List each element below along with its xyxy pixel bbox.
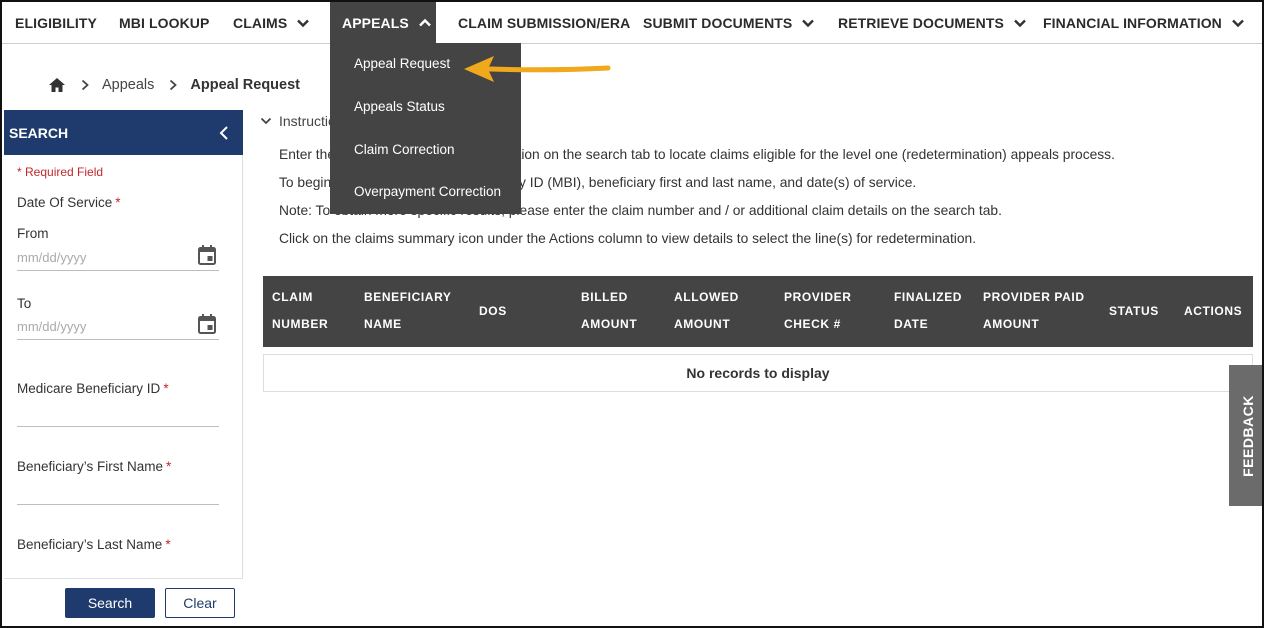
column-beneficiary-name[interactable]: BENEFICIARY NAME: [364, 284, 459, 338]
label-text: Date Of Service: [17, 195, 113, 210]
menu-item-overpayment-correction[interactable]: Overpayment Correction: [354, 184, 501, 199]
feedback-label: FEEDBACK: [1239, 394, 1256, 477]
breadcrumb-appeals[interactable]: Appeals: [102, 77, 154, 93]
app-window: ELIGIBILITY MBI LOOKUP CLAIMS APPEALS CL…: [0, 0, 1264, 628]
nav-claims[interactable]: CLAIMS: [233, 2, 310, 44]
search-button[interactable]: Search: [65, 588, 155, 618]
nav-eligibility[interactable]: ELIGIBILITY: [15, 2, 97, 44]
from-placeholder: mm/dd/yyyy: [17, 250, 87, 265]
label-text: Beneficiary’s Last Name: [17, 537, 163, 552]
chevron-down-icon: [1232, 19, 1244, 28]
nav-financial-information[interactable]: FINANCIAL INFORMATION: [1043, 2, 1245, 44]
required-marker: *: [165, 537, 171, 552]
required-marker: *: [166, 459, 172, 474]
first-name-label: Beneficiary’s First Name *: [17, 459, 171, 474]
first-name-input[interactable]: [17, 488, 219, 505]
nav-appeals[interactable]: APPEALS: [330, 2, 436, 44]
breadcrumb: Appeals Appeal Request: [48, 74, 300, 96]
column-dos[interactable]: DOS: [479, 298, 507, 325]
column-finalized-date[interactable]: FINALIZED DATE: [894, 284, 969, 338]
required-marker: *: [163, 381, 169, 396]
mbi-label: Medicare Beneficiary ID *: [17, 381, 169, 396]
chevron-down-icon: [297, 19, 310, 28]
from-date-input[interactable]: mm/dd/yyyy: [17, 245, 219, 271]
column-provider-check[interactable]: PROVIDER CHECK #: [784, 284, 859, 338]
feedback-tab[interactable]: FEEDBACK: [1229, 365, 1262, 506]
column-status[interactable]: STATUS: [1109, 298, 1159, 325]
to-date-input[interactable]: mm/dd/yyyy: [17, 314, 219, 340]
column-allowed-amount[interactable]: ALLOWED AMOUNT: [674, 284, 749, 338]
instruction-line: Click on the claims summary icon under t…: [279, 231, 977, 246]
sidebar-footer: Search Clear: [4, 578, 243, 626]
nav-label: APPEALS: [342, 15, 409, 31]
nav-label: MBI LOOKUP: [119, 15, 210, 31]
chevron-down-icon: [260, 117, 272, 125]
column-provider-paid-amount[interactable]: PROVIDER PAID AMOUNT: [983, 284, 1093, 338]
search-sidebar: SEARCH * Required Field Date Of Service *…: [4, 110, 243, 626]
chevron-right-icon: [81, 79, 89, 91]
home-icon[interactable]: [48, 77, 66, 93]
chevron-down-icon: [1014, 19, 1026, 28]
chevron-down-icon: [802, 19, 815, 28]
calendar-icon[interactable]: [197, 244, 217, 266]
table-empty-message: No records to display: [263, 354, 1253, 392]
nav-retrieve-documents[interactable]: RETRIEVE DOCUMENTS: [838, 2, 1027, 44]
sidebar-title: SEARCH: [9, 124, 69, 141]
nav-label: SUBMIT DOCUMENTS: [643, 15, 793, 31]
to-label: To: [17, 296, 32, 311]
chevron-up-icon: [418, 18, 431, 27]
nav-claim-submission-era[interactable]: CLAIM SUBMISSION/ERA: [458, 2, 630, 44]
chevron-right-icon: [170, 79, 178, 91]
date-of-service-label: Date Of Service *: [17, 195, 121, 210]
top-navigation: ELIGIBILITY MBI LOOKUP CLAIMS APPEALS CL…: [2, 2, 1262, 44]
last-name-label: Beneficiary’s Last Name *: [17, 537, 171, 552]
nav-label: ELIGIBILITY: [15, 15, 97, 31]
menu-item-claim-correction[interactable]: Claim Correction: [354, 142, 455, 157]
calendar-icon[interactable]: [197, 313, 217, 335]
column-claim-number[interactable]: CLAIM NUMBER: [272, 284, 332, 338]
nav-label: CLAIM SUBMISSION/ERA: [458, 15, 631, 31]
from-label: From: [17, 226, 49, 241]
breadcrumb-current: Appeal Request: [190, 77, 300, 93]
column-actions[interactable]: ACTIONS: [1184, 298, 1242, 325]
label-text: Medicare Beneficiary ID: [17, 381, 161, 396]
required-marker: *: [115, 195, 121, 210]
menu-item-appeals-status[interactable]: Appeals Status: [354, 99, 445, 114]
nav-label: FINANCIAL INFORMATION: [1043, 15, 1222, 31]
nav-label: RETRIEVE DOCUMENTS: [838, 15, 1004, 31]
clear-button[interactable]: Clear: [165, 588, 235, 618]
mbi-input[interactable]: [17, 410, 219, 427]
claims-table-header: CLAIM NUMBER BENEFICIARY NAME DOS BILLED…: [263, 276, 1253, 347]
chevron-left-icon[interactable]: [217, 124, 231, 142]
nav-label: CLAIMS: [233, 15, 288, 31]
to-placeholder: mm/dd/yyyy: [17, 319, 87, 334]
sidebar-header: SEARCH: [4, 110, 243, 155]
annotation-arrow: [464, 56, 611, 82]
menu-item-appeal-request[interactable]: Appeal Request: [354, 56, 450, 71]
nav-submit-documents[interactable]: SUBMIT DOCUMENTS: [643, 2, 815, 44]
nav-mbi-lookup[interactable]: MBI LOOKUP: [119, 2, 209, 44]
required-field-note: * Required Field: [17, 165, 104, 179]
label-text: Beneficiary’s First Name: [17, 459, 164, 474]
column-billed-amount[interactable]: BILLED AMOUNT: [581, 284, 651, 338]
